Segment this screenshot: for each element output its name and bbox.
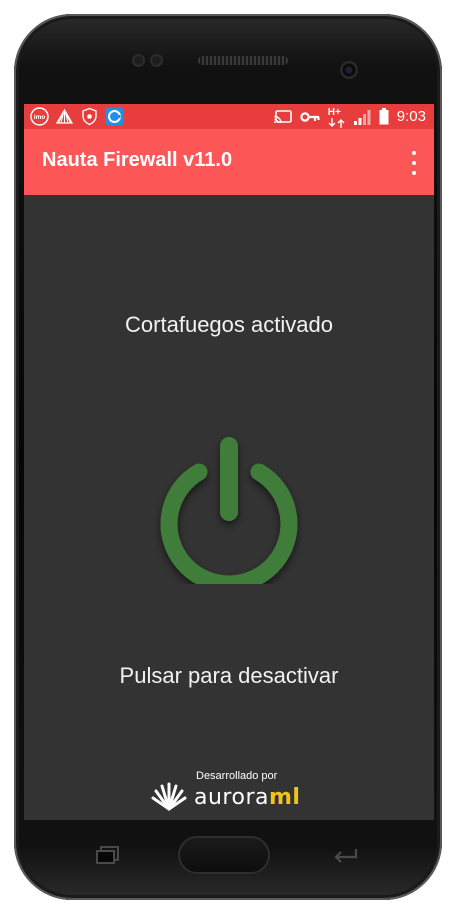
firewall-status-text: Cortafuegos activado (125, 312, 333, 337)
overflow-menu-icon[interactable] (408, 151, 420, 175)
browser-app-icon (105, 107, 124, 126)
app-bar: Nauta Firewall v11.0 (24, 129, 434, 195)
brand-name-part2: ml (268, 785, 301, 810)
brand-name: auroraml (194, 785, 300, 810)
recents-key-icon[interactable] (96, 846, 120, 864)
notification-icons: imo (30, 107, 124, 126)
status-bar: imo H+ 9:03 (24, 104, 434, 129)
front-camera (340, 61, 358, 79)
app-screen: imo H+ 9:03 Nauta Firewall v11.0 Cortafu… (24, 104, 434, 820)
shell-logo-icon (55, 107, 74, 126)
power-toggle-button[interactable] (152, 430, 306, 593)
back-key-icon[interactable] (332, 846, 358, 864)
network-activity-icon: H+ (328, 106, 346, 128)
light-sensor (150, 54, 163, 67)
cast-icon (273, 109, 292, 123)
shield-icon (80, 107, 99, 126)
battery-icon (379, 108, 389, 125)
earpiece-speaker (198, 56, 288, 65)
brand-name-part1: aurora (194, 785, 269, 810)
system-icons: H+ 9:03 (273, 104, 426, 129)
vpn-key-icon (300, 111, 320, 122)
developer-credit-label: Desarrollado por (196, 770, 278, 782)
auroraml-logo-icon (151, 782, 187, 811)
proximity-sensor (132, 54, 145, 67)
tap-to-deactivate-text: Pulsar para desactivar (119, 663, 339, 688)
status-time: 9:03 (396, 108, 426, 125)
home-button[interactable] (178, 836, 270, 874)
power-icon (160, 437, 298, 593)
app-title: Nauta Firewall v11.0 (42, 149, 233, 171)
signal-icon (353, 109, 371, 125)
network-type-label: H+ (327, 106, 341, 118)
imo-icon: imo (30, 107, 49, 126)
imo-label: imo (34, 114, 46, 121)
